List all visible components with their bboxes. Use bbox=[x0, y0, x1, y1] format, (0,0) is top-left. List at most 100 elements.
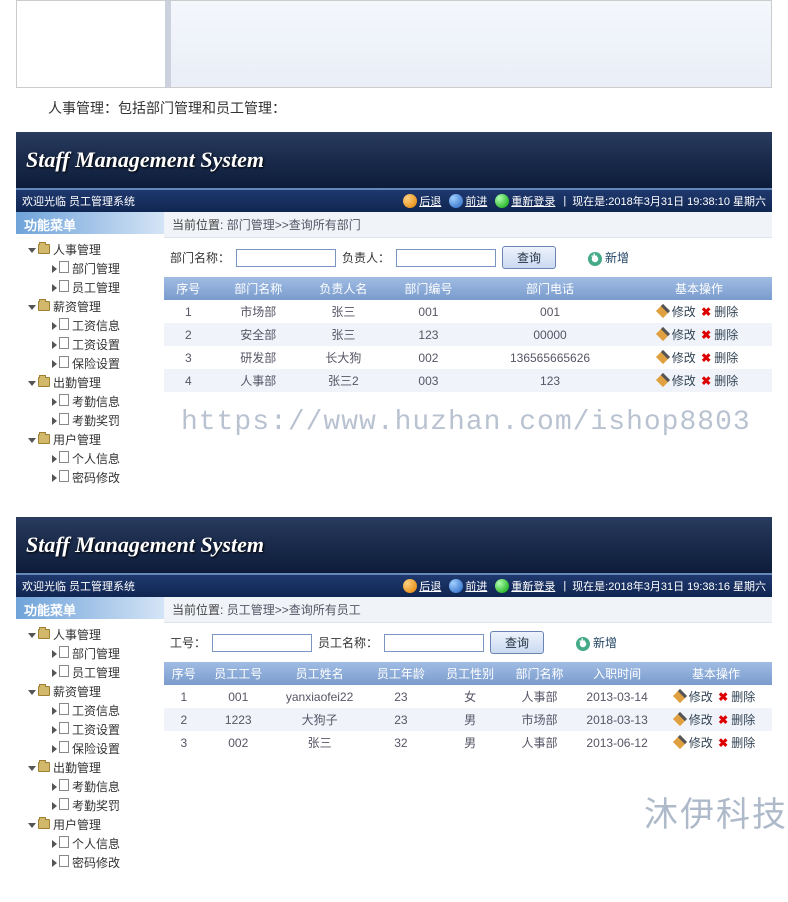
delete-link[interactable]: 删除 bbox=[731, 713, 755, 727]
edit-link[interactable]: 修改 bbox=[672, 351, 696, 365]
nav-item-password[interactable]: 密码修改 bbox=[28, 468, 160, 487]
caret-right-icon bbox=[52, 745, 57, 753]
back-link[interactable]: 后退 bbox=[419, 578, 443, 594]
forward-icon bbox=[449, 194, 463, 208]
delete-link[interactable]: 删除 bbox=[731, 690, 755, 704]
nav-item-att-reward[interactable]: 考勤奖罚 bbox=[28, 411, 160, 430]
nav-group-salary[interactable]: 薪资管理 bbox=[28, 297, 160, 316]
nav-group-attendance[interactable]: 出勤管理 bbox=[28, 373, 160, 392]
delete-icon: ✖ bbox=[701, 328, 711, 342]
app-title: Staff Management System bbox=[26, 147, 264, 173]
edit-icon bbox=[656, 304, 670, 318]
file-icon bbox=[59, 703, 69, 715]
caret-right-icon bbox=[52, 417, 57, 425]
content-area: 当前位置: 员工管理>>查询所有员工 工号： 员工名称： 查询 新增 序号 员工… bbox=[164, 597, 772, 892]
delete-icon: ✖ bbox=[701, 374, 711, 388]
caret-down-icon bbox=[28, 766, 36, 771]
col-dept: 部门名称 bbox=[505, 662, 574, 685]
edit-link[interactable]: 修改 bbox=[689, 690, 713, 704]
caret-down-icon bbox=[28, 438, 36, 443]
caret-down-icon bbox=[28, 690, 36, 695]
delete-link[interactable]: 删除 bbox=[714, 351, 738, 365]
delete-icon: ✖ bbox=[718, 690, 728, 704]
nav-item-emp[interactable]: 员工管理 bbox=[28, 278, 160, 297]
caret-right-icon bbox=[52, 783, 57, 791]
file-icon bbox=[59, 470, 69, 482]
edit-link[interactable]: 修改 bbox=[689, 713, 713, 727]
toolbar: 欢迎光临 员工管理系统 后退 前进 重新登录 | 现在是:2018年3月31日 … bbox=[16, 190, 772, 212]
caret-right-icon bbox=[52, 669, 57, 677]
nav-item-salary-info[interactable]: 工资信息 bbox=[28, 701, 160, 720]
nav-item-att-info[interactable]: 考勤信息 bbox=[28, 392, 160, 411]
delete-link[interactable]: 删除 bbox=[714, 374, 738, 388]
nav-group-user[interactable]: 用户管理 bbox=[28, 815, 160, 834]
nav-item-att-info[interactable]: 考勤信息 bbox=[28, 777, 160, 796]
welcome-text: 欢迎光临 员工管理系统 bbox=[22, 578, 135, 594]
dept-leader-input[interactable] bbox=[396, 249, 496, 267]
col-idx: 序号 bbox=[164, 662, 204, 685]
emp-name-label: 员工名称： bbox=[318, 634, 378, 651]
relogin-icon bbox=[495, 579, 509, 593]
welcome-text: 欢迎光临 员工管理系统 bbox=[22, 193, 135, 209]
caret-right-icon bbox=[52, 455, 57, 463]
forward-link[interactable]: 前进 bbox=[465, 193, 489, 209]
col-name: 部门名称 bbox=[213, 277, 304, 300]
nav-item-emp[interactable]: 员工管理 bbox=[28, 663, 160, 682]
emp-name-input[interactable] bbox=[384, 634, 484, 652]
caret-right-icon bbox=[52, 802, 57, 810]
forward-link[interactable]: 前进 bbox=[465, 578, 489, 594]
file-icon bbox=[59, 356, 69, 368]
delete-icon: ✖ bbox=[701, 351, 711, 365]
nav-group-salary[interactable]: 薪资管理 bbox=[28, 682, 160, 701]
edit-link[interactable]: 修改 bbox=[672, 305, 696, 319]
nav-item-profile[interactable]: 个人信息 bbox=[28, 834, 160, 853]
caret-right-icon bbox=[52, 265, 57, 273]
delete-icon: ✖ bbox=[718, 713, 728, 727]
nav-item-password[interactable]: 密码修改 bbox=[28, 853, 160, 872]
nav-group-user[interactable]: 用户管理 bbox=[28, 430, 160, 449]
nav-group-hr[interactable]: 人事管理 bbox=[28, 625, 160, 644]
search-button[interactable]: 查询 bbox=[490, 631, 544, 654]
file-icon bbox=[59, 646, 69, 658]
breadcrumb-label: 当前位置: bbox=[172, 218, 223, 232]
nav-item-profile[interactable]: 个人信息 bbox=[28, 449, 160, 468]
file-icon bbox=[59, 451, 69, 463]
add-link[interactable]: 新增 bbox=[588, 249, 629, 266]
separator: | bbox=[563, 195, 566, 207]
delete-link[interactable]: 删除 bbox=[714, 328, 738, 342]
emp-management-window: Staff Management System 欢迎光临 员工管理系统 后退 前… bbox=[16, 517, 772, 892]
file-icon bbox=[59, 413, 69, 425]
toolbar: 欢迎光临 员工管理系统 后退 前进 重新登录 | 现在是:2018年3月31日 … bbox=[16, 575, 772, 597]
relogin-link[interactable]: 重新登录 bbox=[511, 578, 557, 594]
nav-item-dept[interactable]: 部门管理 bbox=[28, 259, 160, 278]
nav-item-salary-set[interactable]: 工资设置 bbox=[28, 335, 160, 354]
add-link[interactable]: 新增 bbox=[576, 634, 617, 651]
delete-link[interactable]: 删除 bbox=[714, 305, 738, 319]
nav-tree: 人事管理 部门管理 员工管理 薪资管理 工资信息 工资设置 保险设置 出勤管理 … bbox=[16, 619, 164, 892]
edit-link[interactable]: 修改 bbox=[689, 736, 713, 750]
nav-item-dept[interactable]: 部门管理 bbox=[28, 644, 160, 663]
col-code: 部门编号 bbox=[383, 277, 474, 300]
nav-item-insurance[interactable]: 保险设置 bbox=[28, 354, 160, 373]
emp-id-input[interactable] bbox=[212, 634, 312, 652]
nav-item-salary-set[interactable]: 工资设置 bbox=[28, 720, 160, 739]
caret-down-icon bbox=[28, 248, 36, 253]
nav-item-att-reward[interactable]: 考勤奖罚 bbox=[28, 796, 160, 815]
folder-icon bbox=[38, 819, 50, 829]
folder-icon bbox=[38, 377, 50, 387]
nav-group-attendance[interactable]: 出勤管理 bbox=[28, 758, 160, 777]
table-row: 1市场部张三001001 修改 ✖删除 bbox=[164, 300, 772, 323]
file-icon bbox=[59, 836, 69, 848]
back-link[interactable]: 后退 bbox=[419, 193, 443, 209]
nav-item-salary-info[interactable]: 工资信息 bbox=[28, 316, 160, 335]
nav-group-hr[interactable]: 人事管理 bbox=[28, 240, 160, 259]
edit-link[interactable]: 修改 bbox=[672, 374, 696, 388]
delete-link[interactable]: 删除 bbox=[731, 736, 755, 750]
sidebar-header: 功能菜单 bbox=[16, 597, 164, 619]
nav-item-insurance[interactable]: 保险设置 bbox=[28, 739, 160, 758]
edit-link[interactable]: 修改 bbox=[672, 328, 696, 342]
dept-leader-label: 负责人： bbox=[342, 249, 390, 266]
relogin-link[interactable]: 重新登录 bbox=[511, 193, 557, 209]
search-button[interactable]: 查询 bbox=[502, 246, 556, 269]
dept-name-input[interactable] bbox=[236, 249, 336, 267]
